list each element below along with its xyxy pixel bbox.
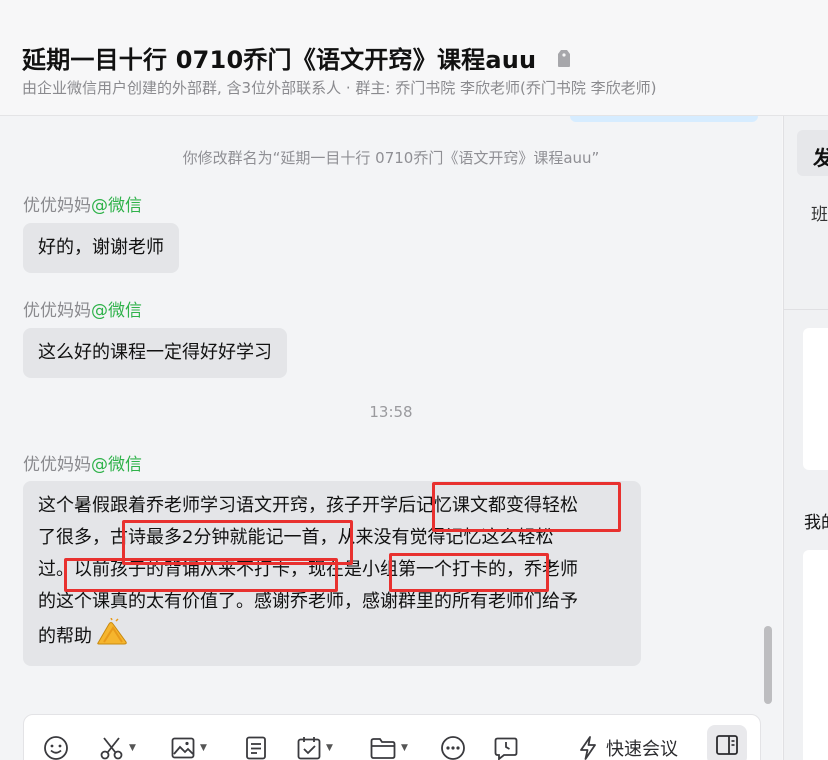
scissors-icon bbox=[100, 737, 123, 760]
image-button[interactable]: ▼ bbox=[170, 733, 207, 760]
image-icon bbox=[171, 737, 195, 759]
schedule-button[interactable]: ▼ bbox=[296, 733, 333, 760]
message-bubble[interactable]: 这么好的课程一定得好好学习 bbox=[23, 328, 287, 378]
system-message: 你修改群名为“延期一目十行 0710乔门《语文开窍》课程auu” bbox=[182, 149, 600, 167]
message-line: 过。以前孩子的背诵从来不打卡，现在是小组第一个打卡的，乔老师 bbox=[38, 559, 578, 580]
chevron-down-icon[interactable]: ▼ bbox=[326, 743, 333, 753]
message-bubble[interactable]: 好的，谢谢老师 bbox=[23, 223, 179, 273]
sender-name[interactable]: 优优妈妈 bbox=[23, 455, 91, 475]
message-line: 的帮助 bbox=[38, 617, 627, 657]
message-line: 这个暑假跟着乔老师学习语文开窍，孩子开学后记忆课文都变得轻松 bbox=[38, 495, 578, 516]
side-panel-icon bbox=[716, 735, 738, 755]
message-bubble-long[interactable]: 这个暑假跟着乔老师学习语文开窍，孩子开学后记忆课文都变得轻松 了很多，古诗最多2… bbox=[23, 481, 641, 666]
calendar-check-icon bbox=[297, 737, 321, 760]
quick-meeting-button[interactable]: 快速会议 bbox=[576, 735, 678, 760]
message-line: 的这个课真的太有价值了。感谢乔老师，感谢群里的所有老师们给予 bbox=[38, 591, 578, 612]
message-timestamp: 13:58 bbox=[369, 403, 413, 421]
sender-source: @微信 bbox=[91, 455, 142, 475]
lightning-icon bbox=[580, 736, 596, 760]
sender-name[interactable]: 优优妈妈 bbox=[23, 301, 91, 321]
tag-icon[interactable] bbox=[556, 48, 572, 68]
right-panel-header[interactable]: 发 bbox=[797, 130, 828, 176]
group-title[interactable]: 延期一目十行 0710乔门《语文开窍》课程auu bbox=[22, 40, 536, 75]
chat-scrollbar[interactable] bbox=[764, 626, 772, 704]
message-sender: 优优妈妈@微信 bbox=[23, 191, 142, 216]
sender-source: @微信 bbox=[91, 301, 142, 321]
message-line-text: 的帮助 bbox=[38, 626, 92, 647]
right-panel-card[interactable] bbox=[803, 550, 828, 760]
sender-source: @微信 bbox=[91, 196, 142, 216]
document-button[interactable] bbox=[244, 733, 268, 760]
divider bbox=[784, 309, 828, 310]
clock-message-icon bbox=[494, 737, 518, 760]
right-panel-subtitle: 班 bbox=[811, 205, 828, 225]
right-side-panel: 发 班 我的 bbox=[783, 116, 828, 760]
more-icon bbox=[441, 736, 465, 760]
more-button[interactable] bbox=[440, 733, 466, 760]
folder-button[interactable]: ▼ bbox=[369, 733, 408, 760]
emoji-button[interactable] bbox=[43, 733, 69, 760]
title-row: 延期一目十行 0710乔门《语文开窍》课程auu bbox=[22, 40, 572, 75]
message-sender: 优优妈妈@微信 bbox=[23, 450, 142, 475]
quick-meeting-label: 快速会议 bbox=[606, 739, 678, 760]
screenshot-button[interactable]: ▼ bbox=[99, 733, 136, 760]
sender-name[interactable]: 优优妈妈 bbox=[23, 196, 91, 216]
input-toolbar: ▼ ▼ ▼ ▼ 快速会议 bbox=[23, 714, 761, 760]
previous-message-bubble bbox=[570, 116, 758, 122]
chevron-down-icon[interactable]: ▼ bbox=[129, 743, 136, 753]
document-icon bbox=[246, 736, 266, 760]
smile-icon bbox=[44, 736, 68, 760]
chevron-down-icon[interactable]: ▼ bbox=[401, 743, 408, 753]
toggle-side-panel-button[interactable] bbox=[707, 725, 747, 760]
chevron-down-icon[interactable]: ▼ bbox=[200, 743, 207, 753]
message-sender: 优优妈妈@微信 bbox=[23, 296, 142, 321]
right-panel-my-label: 我的 bbox=[804, 513, 828, 533]
scheduled-message-button[interactable] bbox=[493, 733, 519, 760]
group-subtitle: 由企业微信用户创建的外部群, 含3位外部联系人 · 群主: 乔门书院 李欣老师(… bbox=[22, 79, 657, 97]
clap-emoji-icon bbox=[95, 617, 129, 657]
chat-area[interactable]: 你修改群名为“延期一目十行 0710乔门《语文开窍》课程auu” 优优妈妈@微信… bbox=[0, 116, 782, 760]
chat-header: 延期一目十行 0710乔门《语文开窍》课程auu 由企业微信用户创建的外部群, … bbox=[0, 0, 828, 116]
message-line: 了很多，古诗最多2分钟就能记一首，从来没有觉得记忆这么轻松 bbox=[38, 527, 554, 548]
folder-icon bbox=[370, 738, 396, 759]
right-panel-card[interactable] bbox=[803, 328, 828, 470]
